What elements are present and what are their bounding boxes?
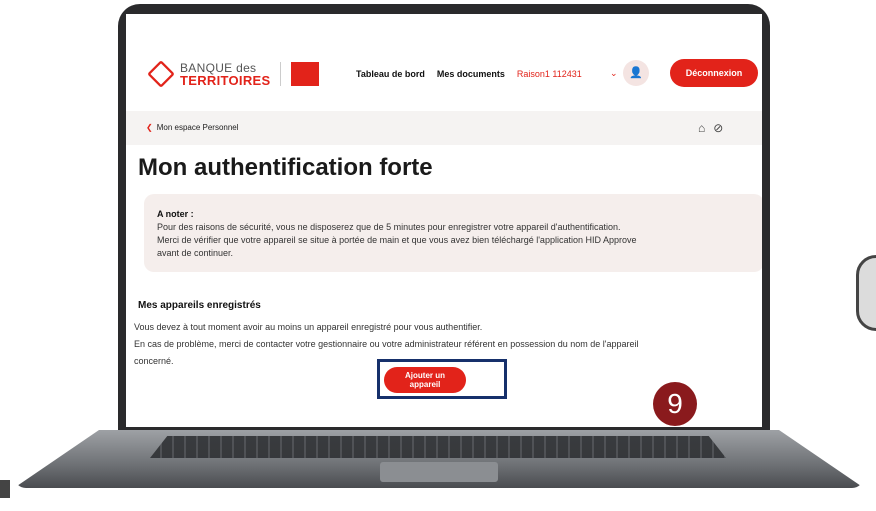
breadcrumb-bar: ❮ Mon espace Personnel ⌂ ⊘ bbox=[126, 111, 762, 145]
notice-title: A noter : bbox=[157, 209, 194, 219]
breadcrumb[interactable]: ❮ Mon espace Personnel bbox=[146, 123, 239, 132]
nav-dashboard-link[interactable]: Tableau de bord bbox=[356, 69, 425, 79]
user-icon[interactable]: 👤 bbox=[623, 60, 649, 86]
site-header: BANQUE des TERRITOIRES Tableau de bord M… bbox=[126, 14, 762, 108]
eye-off-icon[interactable]: ⊘ bbox=[713, 121, 723, 135]
logo-divider bbox=[280, 62, 282, 86]
step-badge: 9 bbox=[653, 382, 697, 426]
main-nav: Tableau de bord Mes documents Raison1 11… bbox=[356, 69, 582, 79]
logout-button[interactable]: Déconnexion bbox=[670, 59, 758, 87]
devices-line: Vous devez à tout moment avoir au moins … bbox=[134, 322, 483, 332]
chevron-down-icon[interactable]: ⌄ bbox=[610, 68, 618, 79]
brand-logo[interactable]: BANQUE des TERRITOIRES bbox=[147, 60, 320, 88]
highlight-frame bbox=[377, 359, 507, 399]
logo-line1: BANQUE des bbox=[180, 60, 257, 75]
logo-icon bbox=[147, 60, 175, 88]
devices-section-title: Mes appareils enregistrés bbox=[138, 300, 261, 311]
laptop-keyboard bbox=[150, 436, 726, 458]
background-object bbox=[0, 480, 10, 498]
devices-line: En cas de problème, merci de contacter v… bbox=[134, 339, 639, 349]
home-settings-icon[interactable]: ⌂ bbox=[698, 121, 705, 135]
logo-line2: TERRITOIRES bbox=[180, 72, 271, 88]
breadcrumb-actions: ⌂ ⊘ bbox=[698, 121, 723, 135]
background-object bbox=[856, 255, 876, 331]
breadcrumb-label: Mon espace Personnel bbox=[156, 123, 239, 132]
logo-text: BANQUE des TERRITOIRES bbox=[180, 62, 270, 87]
laptop-trackpad bbox=[380, 462, 498, 482]
notice-box: A noter : Pour des raisons de sécurité, … bbox=[144, 194, 762, 272]
notice-line: avant de continuer. bbox=[157, 248, 234, 258]
chevron-left-icon: ❮ bbox=[146, 123, 153, 132]
user-name[interactable]: Raison1 112431 bbox=[517, 69, 582, 79]
partner-logo-icon bbox=[291, 62, 320, 86]
notice-line: Pour des raisons de sécurité, vous ne di… bbox=[157, 222, 621, 232]
notice-line: Merci de vérifier que votre appareil se … bbox=[157, 235, 637, 245]
laptop-screen: BANQUE des TERRITOIRES Tableau de bord M… bbox=[126, 14, 762, 427]
nav-documents-link[interactable]: Mes documents bbox=[437, 69, 505, 79]
page-title: Mon authentification forte bbox=[138, 154, 433, 181]
